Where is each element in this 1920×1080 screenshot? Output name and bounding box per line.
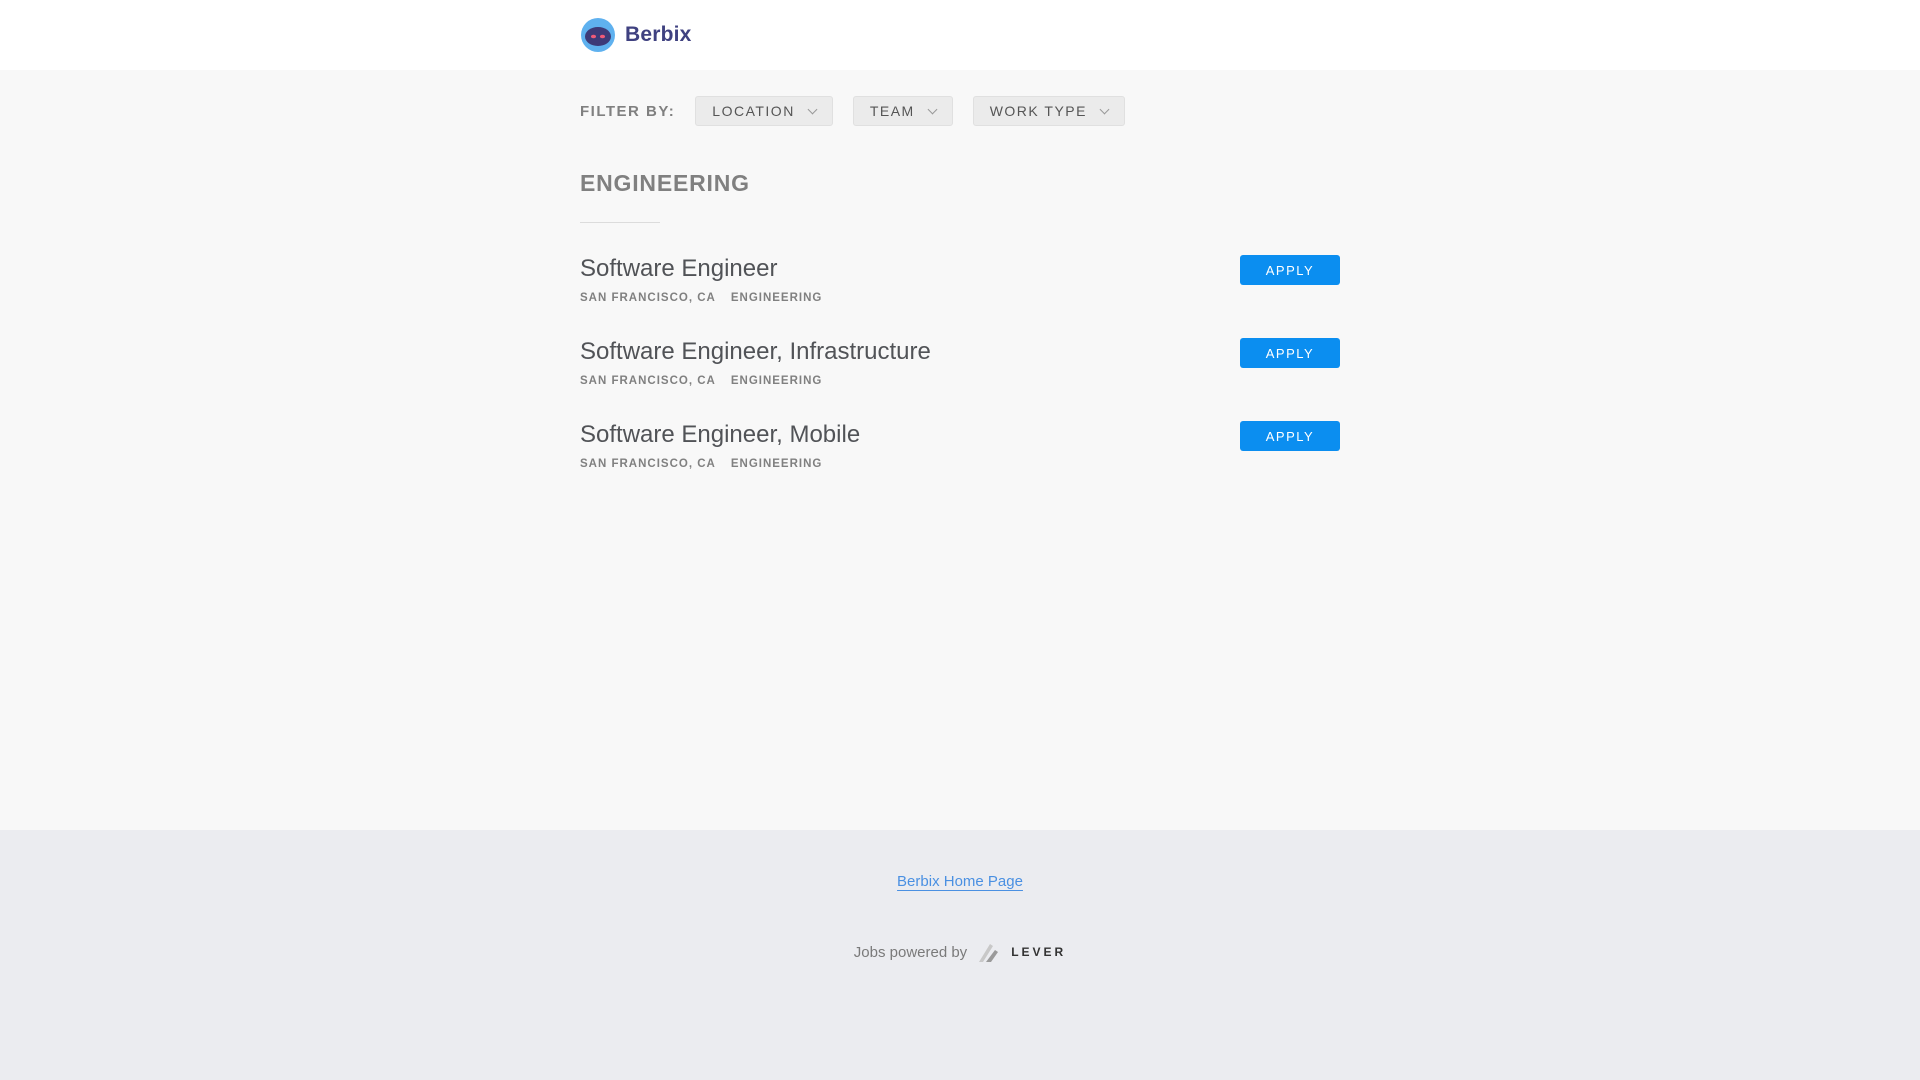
home-link-row: Berbix Home Page — [0, 873, 1920, 890]
apply-button[interactable]: APPLY — [1240, 338, 1340, 368]
job-posting: Software Engineer SAN FRANCISCO, CA ENGI… — [580, 255, 1340, 325]
lever-wordmark[interactable]: LEVER — [1011, 945, 1066, 959]
job-title-link[interactable]: Software Engineer, Mobile — [580, 421, 860, 449]
job-posting: Software Engineer, Infrastructure SAN FR… — [580, 338, 1340, 408]
team-filter-dropdown[interactable]: TEAM — [852, 96, 953, 126]
chevron-down-icon — [927, 104, 938, 114]
work-type-filter-label: WORK TYPE — [989, 103, 1087, 119]
brand-name: Berbix — [625, 23, 692, 46]
powered-by-text: Jobs powered by — [853, 943, 968, 961]
job-title-link[interactable]: Software Engineer — [580, 255, 777, 283]
section-title: ENGINEERING — [580, 170, 750, 196]
chevron-down-icon — [1099, 104, 1110, 114]
job-team: ENGINEERING — [730, 458, 823, 470]
job-title-link[interactable]: Software Engineer, Infrastructure — [580, 338, 931, 366]
job-team: ENGINEERING — [730, 375, 823, 387]
berbix-logo-icon — [581, 18, 615, 52]
job-location: SAN FRANCISCO, CA — [580, 375, 716, 387]
jobs-main: FILTER BY: LOCATION TEAM WORK TYPE ENGIN… — [0, 70, 1920, 830]
filter-bar: FILTER BY: LOCATION TEAM WORK TYPE — [580, 96, 1145, 126]
job-meta: SAN FRANCISCO, CA ENGINEERING — [580, 375, 837, 387]
apply-button[interactable]: APPLY — [1240, 421, 1340, 451]
job-posting: Software Engineer, Mobile SAN FRANCISCO,… — [580, 421, 1340, 491]
location-filter-label: LOCATION — [712, 103, 795, 119]
apply-button[interactable]: APPLY — [1240, 255, 1340, 285]
chevron-down-icon — [807, 104, 818, 114]
job-team: ENGINEERING — [730, 292, 823, 304]
section-divider — [580, 222, 660, 223]
job-location: SAN FRANCISCO, CA — [580, 292, 716, 304]
brand-logo[interactable]: Berbix — [580, 17, 692, 53]
top-bar: Berbix — [0, 0, 1920, 70]
filter-label: FILTER BY: — [580, 102, 676, 120]
job-meta: SAN FRANCISCO, CA ENGINEERING — [580, 292, 837, 304]
team-filter-label: TEAM — [869, 103, 915, 119]
powered-by: Jobs powered by LEVER — [0, 940, 1920, 964]
location-filter-dropdown[interactable]: LOCATION — [695, 96, 833, 126]
footer: Berbix Home Page Jobs powered by LEVER — [0, 830, 1920, 1080]
lever-logo-icon[interactable] — [977, 940, 1001, 964]
work-type-filter-dropdown[interactable]: WORK TYPE — [972, 96, 1125, 126]
job-meta: SAN FRANCISCO, CA ENGINEERING — [580, 458, 837, 470]
job-location: SAN FRANCISCO, CA — [580, 458, 716, 470]
home-page-link[interactable]: Berbix Home Page — [897, 873, 1023, 890]
